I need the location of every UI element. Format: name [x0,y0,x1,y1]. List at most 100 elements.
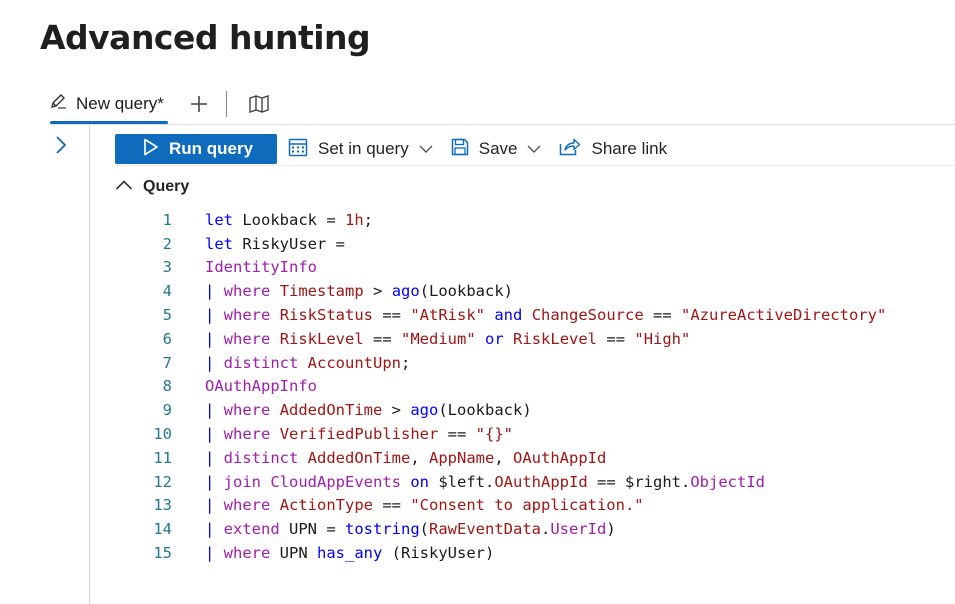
code-line[interactable]: 2 let RiskyUser = [130,232,886,256]
code-token: on [410,472,430,491]
code-token: == $right. [587,472,691,491]
code-token: has_any [317,544,383,563]
code-token: RiskyUser = [233,234,345,253]
code-token: IdentityInfo [205,258,317,277]
code-token: "AtRisk" [410,306,485,325]
code-token: ActionType [279,496,374,515]
code-token: == [438,425,476,444]
code-token: UPN = [279,520,345,539]
code-token: == [373,306,411,325]
code-token: ; [401,353,411,372]
code-token: | [205,329,224,348]
code-line[interactable]: 4 | where Timestamp > ago(Lookback) [130,279,886,303]
run-query-button[interactable]: Run query [115,134,277,164]
expand-panel-chevron-icon[interactable] [52,134,70,156]
code-token: Lookback = [233,210,345,229]
code-line[interactable]: 9 | where AddedOnTime > ago(Lookback) [130,398,886,422]
code-text: | where RiskLevel == "Medium" or RiskLev… [205,330,690,348]
code-token: | [205,306,224,325]
code-token: == [597,329,635,348]
code-text: | distinct AddedOnTime, AppName, OAuthAp… [205,449,606,467]
code-token: OAuthAppId [494,472,588,491]
code-token: ChangeSource [531,306,644,325]
query-section-label: Query [143,178,190,195]
code-token: ( [419,520,429,539]
calendar-icon [288,137,308,162]
code-token: extend [223,520,280,539]
code-token: RiskLevel [513,329,598,348]
code-line[interactable]: 11 | distinct AddedOnTime, AppName, OAuth… [130,446,886,470]
code-token: (RiskyUser) [382,544,495,563]
code-token: CloudAppEvents [270,472,401,491]
code-text: OAuthAppInfo [205,377,317,395]
code-token: AddedOnTime [307,448,411,467]
code-token: and [494,306,523,325]
line-number: 10 [153,425,172,444]
tab-new-query[interactable]: New query* [50,88,168,124]
play-icon [143,138,159,161]
code-line[interactable]: 13 | where ActionType == "Consent to appl… [130,494,886,518]
share-link-button[interactable]: Share link [559,138,667,161]
code-line[interactable]: 10 | where VerifiedPublisher == "{}" [130,422,886,446]
code-token: 1h [344,210,364,229]
code-text: | extend UPN = tostring(RawEventData.Use… [205,520,616,538]
line-number: 3 [162,258,172,277]
code-line[interactable]: 8 OAuthAppInfo [130,375,886,399]
code-line[interactable]: 14 | extend UPN = tostring(RawEventData.U… [130,517,886,541]
code-token: | [205,472,224,491]
code-text: | where AddedOnTime > ago(Lookback) [205,401,532,419]
code-token: | [205,496,224,515]
set-in-query-label: Set in query [318,139,409,158]
chevron-down-icon [527,139,541,159]
share-icon [559,138,581,161]
code-token: "Consent to application." [410,496,644,515]
code-token: == [373,496,411,515]
code-token: "AzureActiveDirectory" [681,306,887,325]
line-number: 2 [162,234,172,253]
code-token: . [540,520,551,539]
code-token: | [205,353,224,372]
code-token: OAuthAppId [513,448,607,467]
code-token: Timestamp [279,282,364,301]
tab-divider [225,91,227,117]
set-in-query-button[interactable]: Set in query [288,137,433,162]
code-token: AccountUpn [307,353,401,372]
code-token: | [205,544,224,563]
code-token: let [205,210,233,229]
code-text: | where ActionType == "Consent to applic… [205,496,644,514]
line-number: 11 [153,448,172,467]
run-query-label: Run query [169,139,254,158]
query-toolbar: Run query Set in query Save Share link [115,133,955,165]
code-token: (Lookback) [438,401,532,420]
code-token: > [363,282,392,301]
code-token: where [223,306,271,325]
code-line[interactable]: 7 | distinct AccountUpn; [130,351,886,375]
edit-icon [50,93,68,116]
code-line[interactable]: 12 | join CloudAppEvents on $left.OAuthAp… [130,470,886,494]
query-section-toggle[interactable]: Query [115,178,189,196]
line-number: 1 [162,210,172,229]
code-line[interactable]: 15 | where UPN has_any (RiskyUser) [130,541,886,565]
code-line[interactable]: 6 | where RiskLevel == "Medium" or RiskLe… [130,327,886,351]
code-line[interactable]: 5 | where RiskStatus == "AtRisk" and Chan… [130,303,887,327]
save-button[interactable]: Save [451,138,542,161]
tab-bar-divider [50,124,955,125]
save-icon [451,138,469,161]
code-token: | [205,282,224,301]
code-line[interactable]: 3 IdentityInfo [130,256,886,280]
code-text: let Lookback = 1h; [205,211,373,229]
query-editor[interactable]: 1 let Lookback = 1h; 2 let RiskyUser = 3 Iden… [130,208,886,565]
code-token: where [223,329,271,348]
code-text: IdentityInfo [205,258,317,276]
add-tab-icon[interactable] [186,91,212,117]
code-line[interactable]: 1 let Lookback = 1h; [130,208,886,232]
schema-map-icon[interactable] [247,92,271,116]
